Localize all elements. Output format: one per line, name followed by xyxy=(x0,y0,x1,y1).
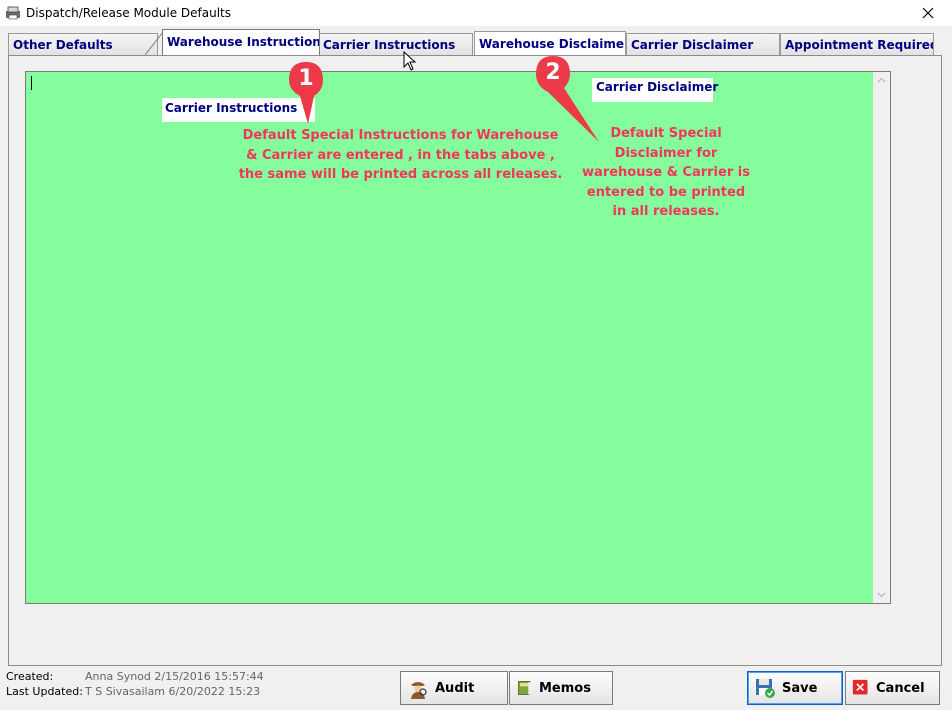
marker-1-number: 1 xyxy=(298,66,314,91)
tab-label: Warehouse Instructions xyxy=(167,35,320,49)
note-1-line: Default Special Instructions for Warehou… xyxy=(242,128,559,143)
audit-button[interactable]: Audit xyxy=(400,671,508,705)
text-caret xyxy=(31,76,32,90)
tab-warehouse-instructions[interactable]: Warehouse Instructions xyxy=(162,29,320,56)
window-title: Dispatch/Release Module Defaults xyxy=(26,6,231,20)
tab-strip: Other Defaults Carrier Instructions Carr… xyxy=(0,26,952,56)
tab-carrier-instructions[interactable]: Carrier Instructions xyxy=(318,33,473,55)
tab-label: Warehouse Disclaimer xyxy=(479,37,626,51)
title-bar: Dispatch/Release Module Defaults xyxy=(0,0,952,26)
created-label: Created: xyxy=(6,670,54,683)
cancel-x-icon xyxy=(852,679,868,695)
mouse-cursor-icon xyxy=(403,51,417,71)
printer-icon xyxy=(6,6,20,20)
audit-label: Audit xyxy=(435,680,475,696)
note-2-line: Disclaimer for xyxy=(614,145,718,161)
tab-carrier-disclaimer[interactable]: Carrier Disclaimer xyxy=(626,33,780,55)
inspector-icon xyxy=(411,682,427,699)
memos-label: Memos xyxy=(539,680,591,696)
scroll-down-icon[interactable] xyxy=(876,590,887,599)
tab-label: Appointment Required xyxy=(785,38,934,52)
close-icon xyxy=(922,7,934,19)
cancel-label: Cancel xyxy=(876,680,925,696)
tab-label: Carrier Disclaimer xyxy=(631,38,754,52)
annotation-note-2: Default Special Disclaimer for warehouse… xyxy=(580,124,752,222)
tab-label: Other Defaults xyxy=(13,38,113,52)
tab-warehouse-disclaimer[interactable]: Warehouse Disclaimer xyxy=(474,31,626,56)
book-icon xyxy=(518,681,531,695)
created-value: Anna Synod 2/15/2016 15:57:44 xyxy=(85,670,264,683)
save-button[interactable]: Save xyxy=(747,671,843,705)
note-2-line: in all releases. xyxy=(612,204,720,219)
vertical-scrollbar[interactable] xyxy=(873,72,890,603)
tab-appointment-required[interactable]: Appointment Required xyxy=(780,33,934,55)
callout-carrier-disclaimer: Carrier Disclaimer xyxy=(592,78,718,102)
save-label: Save xyxy=(782,680,818,696)
tab-slant-edge xyxy=(145,31,164,55)
floppy-save-icon xyxy=(756,679,775,698)
cancel-button[interactable]: Cancel xyxy=(845,671,940,705)
tab-label: Carrier Instructions xyxy=(323,38,456,52)
note-2-line: Default Special xyxy=(610,126,722,141)
note-2-line: warehouse & Carrier is xyxy=(582,165,750,180)
note-1-line: & Carrier are entered , in the tabs abov… xyxy=(246,147,555,163)
scroll-up-icon[interactable] xyxy=(876,76,887,85)
last-updated-value: T S Sivasailam 6/20/2022 15:23 xyxy=(85,685,261,698)
marker-2-number: 2 xyxy=(545,60,561,85)
tab-other-defaults[interactable]: Other Defaults xyxy=(8,33,158,55)
annotation-note-1: Default Special Instructions for Warehou… xyxy=(238,126,563,185)
note-2-line: entered to be printed xyxy=(586,184,746,200)
note-1-line: the same will be printed across all rele… xyxy=(238,167,563,182)
memos-button[interactable]: Memos xyxy=(509,671,613,705)
close-button[interactable] xyxy=(904,0,952,26)
last-updated-label: Last Updated: xyxy=(6,685,83,698)
